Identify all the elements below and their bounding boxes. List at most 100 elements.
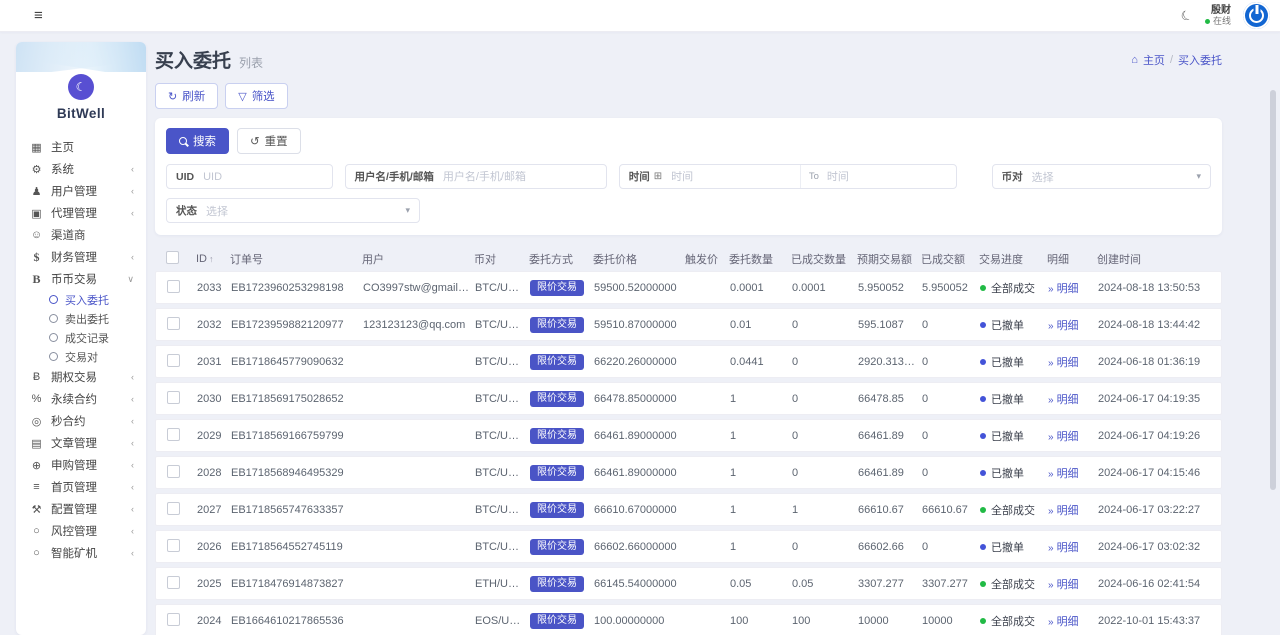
time-field-start-input[interactable] (671, 170, 800, 183)
id-cell: 2031 (197, 355, 222, 368)
avatar[interactable] (1243, 2, 1270, 29)
row-checkbox[interactable] (167, 575, 180, 589)
row-checkbox[interactable] (167, 353, 180, 367)
row-checkbox[interactable] (167, 279, 180, 293)
sidebar-item-用户管理[interactable]: ♟ 用户管理 ‹ (16, 180, 146, 202)
target-icon: ◎ (31, 415, 42, 428)
sidebar-item-永续合约[interactable]: % 永续合约 ‹ (16, 388, 146, 410)
detail-link[interactable]: » 明细 (1048, 431, 1079, 443)
submenu-item-交易对[interactable]: 交易对 (16, 347, 146, 366)
detail-link[interactable]: » 明细 (1048, 357, 1079, 369)
detail-link[interactable]: » 明细 (1048, 320, 1079, 332)
pair-cell: BTC/USDT (475, 466, 530, 479)
user-info[interactable]: 殷财 在线 (1204, 5, 1231, 27)
uid-field: UID (166, 164, 333, 189)
status-dot-icon (980, 469, 986, 476)
link-icon: % (31, 393, 42, 405)
sidebar-item-系统[interactable]: ⚙ 系统 ‹ (16, 158, 146, 180)
sidebar-item-风控管理[interactable]: ○ 风控管理 ‹ (16, 520, 146, 542)
column-header-user: 用户 (362, 253, 384, 266)
refresh-button[interactable]: ↻ 刷新 (155, 83, 219, 109)
select-all-checkbox[interactable] (166, 250, 179, 264)
pair-select-placeholder: 选择 (1031, 171, 1054, 184)
detail-link[interactable]: » 明细 (1048, 542, 1079, 554)
pair-select[interactable]: 币对 选择 ▾ (991, 164, 1211, 189)
row-checkbox[interactable] (167, 464, 180, 478)
detail-cell: » 明细 (1048, 613, 1098, 629)
search-button[interactable]: 搜索 (166, 128, 229, 154)
sidebar-item-秒合约[interactable]: ◎ 秒合约 ‹ (16, 410, 146, 432)
pair-select-label: 币对 (1001, 171, 1023, 183)
order-type-cell: 限价交易 (530, 390, 594, 407)
time-field-end-input[interactable] (826, 170, 956, 183)
sidebar-item-币币交易[interactable]: B 币币交易 ∨ (16, 268, 146, 290)
row-checkbox[interactable] (167, 612, 180, 626)
id-cell: 2026 (197, 540, 222, 553)
id-cell: 2024 (197, 614, 222, 627)
sidebar-item-文章管理[interactable]: ▤ 文章管理 ‹ (16, 432, 146, 454)
filled-qty-cell: 0.0001 (792, 281, 826, 294)
breadcrumb-home[interactable]: 主页 (1143, 52, 1165, 68)
detail-link[interactable]: » 明细 (1048, 394, 1079, 406)
chevron-left-icon: ‹ (131, 164, 134, 174)
checkbox-cell (167, 612, 197, 629)
row-checkbox[interactable] (167, 501, 180, 515)
created-time-cell: 2024-06-17 03:22:27 (1098, 503, 1201, 516)
moon-icon[interactable]: ☾ (1178, 6, 1195, 25)
detail-link[interactable]: » 明细 (1048, 505, 1079, 517)
reset-button[interactable]: ↺ 重置 (237, 128, 301, 154)
user-field-input[interactable] (442, 170, 606, 183)
row-checkbox[interactable] (167, 427, 180, 441)
status-select-label: 状态 (176, 205, 197, 217)
order-no-cell: EB1718645779090632 (231, 355, 344, 368)
row-checkbox[interactable] (167, 390, 180, 404)
sidebar-item-首页管理[interactable]: ≡ 首页管理 ‹ (16, 476, 146, 498)
sidebar-item-label: 主页 (51, 142, 74, 154)
status-dot-icon (980, 543, 986, 550)
filter-button[interactable]: ▽ 筛选 (225, 83, 288, 109)
submenu-item-卖出委托[interactable]: 卖出委托 (16, 309, 146, 328)
created-time-cell: 2024-08-18 13:50:53 (1098, 281, 1201, 294)
status-select[interactable]: 状态 选择 ▾ (166, 198, 420, 223)
expected-amount-cell: 5.950052 (858, 281, 904, 294)
sidebar-item-智能矿机[interactable]: ○ 智能矿机 ‹ (16, 542, 146, 564)
submenu-item-买入委托[interactable]: 买入委托 (16, 290, 146, 309)
uid-field-input[interactable] (203, 170, 332, 183)
sidebar-item-财务管理[interactable]: $ 财务管理 ‹ (16, 246, 146, 268)
id-cell: 2028 (197, 466, 222, 479)
order-type-cell: 限价交易 (530, 316, 594, 333)
sidebar-item-申购管理[interactable]: ⊕ 申购管理 ‹ (16, 454, 146, 476)
menu-icon[interactable]: ≡ (34, 8, 43, 23)
price-cell: 100.00000000 (594, 614, 665, 627)
filled-qty-cell: 0 (792, 540, 799, 553)
row-checkbox[interactable] (167, 316, 180, 330)
detail-link[interactable]: » 明细 (1048, 579, 1079, 591)
submenu-item-成交记录[interactable]: 成交记录 (16, 328, 146, 347)
order-no-cell: EB1723960253298198 (231, 281, 344, 294)
filled-qty-cell: 0 (792, 466, 799, 479)
qty-cell: 1 (730, 429, 737, 442)
radio-circle-icon (49, 314, 58, 323)
sidebar-item-配置管理[interactable]: ⚒ 配置管理 ‹ (16, 498, 146, 520)
sidebar-item-代理管理[interactable]: ▣ 代理管理 ‹ (16, 202, 146, 224)
price-cell: 59500.52000000 (594, 281, 677, 294)
order-no-cell: EB1718476914873827 (231, 577, 344, 590)
sidebar-item-label: 用户管理 (51, 186, 97, 198)
row-checkbox[interactable] (167, 538, 180, 552)
detail-link[interactable]: » 明细 (1048, 468, 1079, 480)
sidebar-item-主页[interactable]: ▦ 主页 (16, 136, 146, 158)
detail-link[interactable]: » 明细 (1048, 616, 1079, 628)
detail-link[interactable]: » 明细 (1048, 283, 1079, 295)
table-row: 2032 EB1723959882120977 123123123@qq.com BT… (155, 308, 1222, 341)
gear-icon: ⚙ (31, 163, 42, 176)
pair-cell: BTC/USDT (475, 540, 530, 553)
bitcoin-icon: Ƀ (32, 371, 41, 383)
sidebar-item-期权交易[interactable]: Ƀ 期权交易 ‹ (16, 366, 146, 388)
price-cell: 66220.26000000 (594, 355, 677, 368)
users-icon: ♟ (31, 185, 42, 198)
scrollbar-thumb[interactable] (1270, 90, 1276, 490)
filled-amount-cell: 0 (922, 392, 929, 405)
sidebar-item-渠道商[interactable]: ☺ 渠道商 (16, 224, 146, 246)
status-dot-icon (980, 580, 986, 587)
sort-asc-icon[interactable]: ↑ (209, 254, 214, 264)
